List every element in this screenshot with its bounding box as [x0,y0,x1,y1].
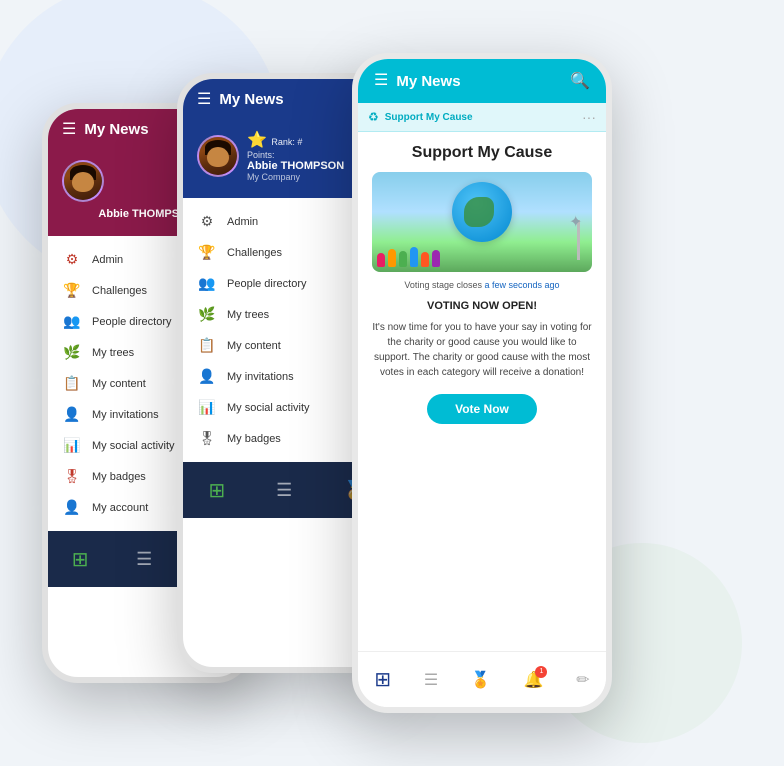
menu-label-invitations: My invitations [92,409,159,421]
scene: ☰ My News ⭐ Rank: Points: Abbie THOMPSON [22,23,762,743]
phone-3: ☰ My News 🔍 ♻ Support My Cause ··· Suppo… [352,53,612,713]
menu2-label-admin: Admin [227,216,258,228]
admin-icon-2: ⚙ [197,213,217,230]
social-icon: 📊 [62,437,82,454]
content-icon: 📋 [62,375,82,392]
menu-label-badges: My badges [92,471,146,483]
challenges-icon: 🏆 [62,282,82,299]
phone3-title: My News [396,73,562,90]
vote-now-button[interactable]: Vote Now [427,394,537,424]
menu-label-challenges: Challenges [92,285,147,297]
hamburger-icon-3[interactable]: ☰ [374,73,388,89]
hamburger-icon-2[interactable]: ☰ [197,92,211,108]
badges-icon: 🎖 [62,468,82,485]
menu-label-people: People directory [92,316,172,328]
menu2-label-challenges: Challenges [227,247,282,259]
news-card: ♻ Support My Cause ··· Support My Cause [358,103,606,436]
nav-grid-icon[interactable]: ⊞ [72,547,89,572]
menu2-label-social: My social activity [227,402,310,414]
rank-text-2: Rank: # [271,137,302,147]
phone3-bottom-nav: ⊞ ☰ 🏅 🔔 1 ✏ [358,651,606,707]
nav-list-icon-3[interactable]: ☰ [424,670,438,690]
hamburger-icon[interactable]: ☰ [62,122,76,138]
nav-grid-icon-2[interactable]: ⊞ [208,478,225,503]
menu2-label-badges: My badges [227,433,281,445]
menu2-label-trees: My trees [227,309,269,321]
challenges-icon-2: 🏆 [197,244,217,261]
news-card-header: ♻ Support My Cause ··· [358,103,606,132]
menu-label-content: My content [92,378,146,390]
phone3-header: ☰ My News 🔍 [358,59,606,103]
avatar-2 [197,135,239,177]
people-icon-2: 👥 [197,275,217,292]
cause-illustration [372,172,592,272]
menu-label-social: My social activity [92,440,175,452]
trees-icon: 🌿 [62,344,82,361]
social-icon-2: 📊 [197,399,217,416]
cause-icon: ♻ [368,110,379,124]
nav-edit-icon[interactable]: ✏ [576,670,589,690]
menu-label-admin: Admin [92,254,123,266]
globe-graphic [452,182,512,242]
nav-grid-icon-3[interactable]: ⊞ [374,667,391,692]
voting-open-label: VOTING NOW OPEN! [372,300,592,312]
windmill-graphic [577,220,580,260]
content-icon-2: 📋 [197,337,217,354]
menu2-label-content: My content [227,340,281,352]
news-card-body: Support My Cause Voting stage [358,132,606,436]
notification-badge: 1 [535,666,547,678]
people-icon: 👥 [62,313,82,330]
nav-list-icon[interactable]: ☰ [136,549,152,570]
news-card-header-title: Support My Cause [385,112,576,123]
account-icon: 👤 [62,499,82,516]
invitations-icon-2: 👤 [197,368,217,385]
voting-closes-text: Voting stage closes a few seconds ago [372,280,592,290]
voting-closes-link[interactable]: a few seconds ago [485,280,560,290]
menu-label-trees: My trees [92,347,134,359]
voting-description: It's now time for you to have your say i… [372,320,592,380]
people-graphic [377,247,440,267]
trees-icon-2: 🌿 [197,306,217,323]
nav-notifications-icon[interactable]: 🔔 1 [524,670,544,690]
news-main-title: Support My Cause [372,144,592,162]
admin-icon: ⚙ [62,251,82,268]
menu-label-account: My account [92,502,148,514]
search-icon[interactable]: 🔍 [570,71,590,91]
avatar [62,160,104,202]
menu2-label-people: People directory [227,278,307,290]
nav-list-icon-2[interactable]: ☰ [276,480,292,501]
nav-leaderboard-icon-3[interactable]: 🏅 [471,670,491,690]
more-options-icon[interactable]: ··· [582,109,596,125]
menu2-label-invitations: My invitations [227,371,294,383]
invitations-icon: 👤 [62,406,82,423]
badges-icon-2: 🎖 [197,430,217,447]
